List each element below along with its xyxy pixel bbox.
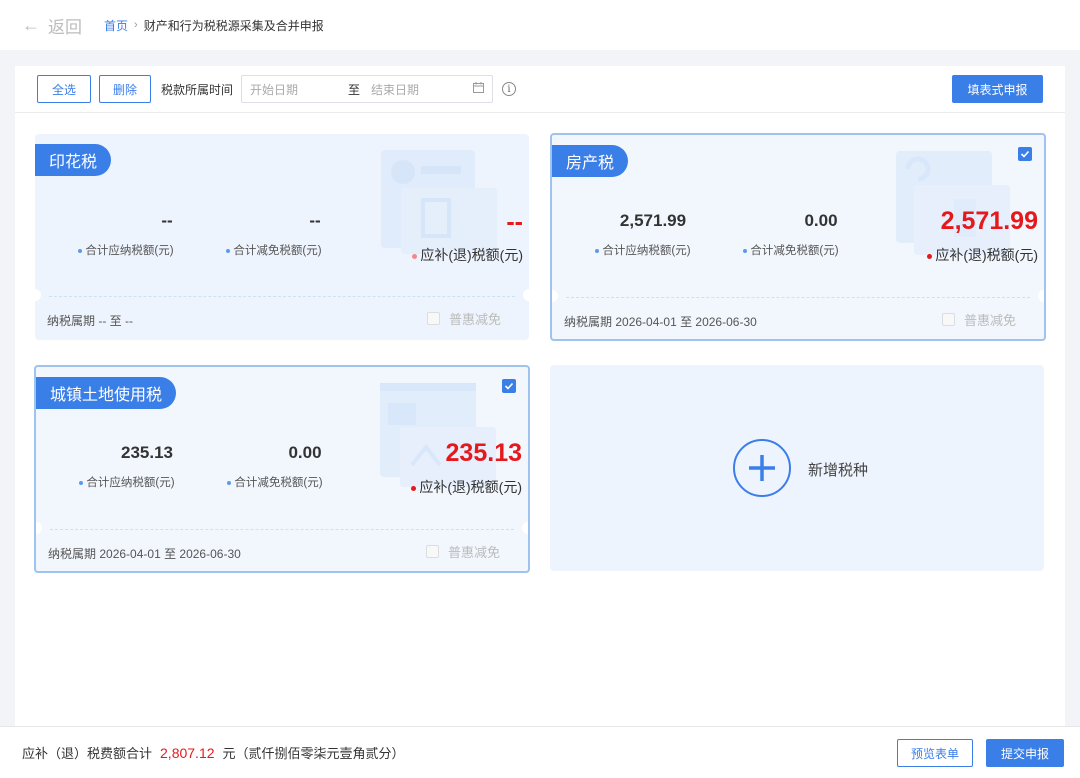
total-payable-value: 235.13 [121, 443, 173, 462]
balance-label: 应补(退)税额(元) [927, 245, 1038, 265]
card-notch-left [552, 290, 558, 302]
total-relief-value: 0.00 [804, 211, 838, 230]
balance-label: 应补(退)税额(元) [411, 477, 522, 497]
end-date-input[interactable]: 结束日期 [371, 81, 419, 98]
huimian-checkbox[interactable]: 普惠减免 [425, 542, 500, 561]
breadcrumb-separator: › [134, 19, 138, 31]
total-relief-value: -- [309, 211, 321, 230]
back-button[interactable]: ← 返回 [22, 13, 82, 38]
balance-value: 235.13 [445, 439, 522, 467]
house-illustration-icon [896, 151, 1010, 255]
total-payable-value: -- [161, 211, 173, 230]
breadcrumb-current: 财产和行为税税源采集及合并申报 [143, 18, 324, 33]
total-payable-value: 2,571.99 [619, 211, 687, 230]
card-notch-right [522, 522, 528, 534]
total-label: 应补（退）税费额合计 [22, 746, 153, 761]
total-payable-label: 合计应纳税额(元) [61, 242, 191, 258]
tax-card-stamp-duty[interactable]: 印花税 -- 合计应纳税额(元) -- 合计减免税额(元) -- 应补(退)税额… [35, 134, 529, 340]
total-payable-label: 合计应纳税额(元) [62, 474, 192, 490]
toolbar: 全选 删除 税款所属时间 开始日期 至 结束日期 i 填表式申报 [15, 66, 1065, 113]
huimian-checkbox[interactable]: 普惠减免 [941, 310, 1016, 329]
card-title: 印花税 [35, 144, 112, 176]
total-relief-label: 合计减免税额(元) [726, 242, 856, 258]
tax-period: 纳税属期 -- 至 -- [47, 314, 134, 328]
calendar-icon[interactable] [473, 82, 485, 96]
total-amount-words: 元（贰仟捌佰零柒元壹角贰分） [222, 746, 405, 761]
checkbox-icon [425, 545, 439, 558]
tax-document-illustration-icon [380, 383, 496, 487]
tax-period-label: 税款所属时间 [161, 82, 234, 97]
add-tax-type-label: 新增税种 [808, 462, 869, 479]
range-separator: 至 [348, 82, 361, 97]
card-divider [566, 297, 1030, 298]
total-amount: 2,807.12 [160, 744, 215, 761]
delete-button[interactable]: 删除 [99, 75, 151, 103]
card-notch-left [36, 522, 42, 534]
card-checkbox-checked[interactable] [502, 379, 516, 393]
card-notch-right [1038, 290, 1044, 302]
breadcrumb: 首页 › 财产和行为税税源采集及合并申报 [104, 17, 324, 34]
card-title: 城镇土地使用税 [36, 377, 177, 409]
back-arrow-icon: ← [22, 14, 40, 35]
preview-form-button[interactable]: 预览表单 [897, 739, 973, 767]
balance-label: 应补(退)税额(元) [412, 245, 523, 265]
breadcrumb-home-link[interactable]: 首页 [104, 17, 128, 34]
fill-declare-button[interactable]: 填表式申报 [952, 75, 1043, 103]
card-divider [50, 529, 514, 530]
top-bar: ← 返回 首页 › 财产和行为税税源采集及合并申报 [0, 0, 1080, 50]
checkbox-icon [941, 313, 955, 326]
total-relief-value: 0.00 [288, 443, 322, 462]
tax-period: 纳税属期 2026-04-01 至 2026-06-30 [48, 547, 241, 561]
check-icon [1020, 150, 1030, 158]
back-label: 返回 [48, 17, 82, 37]
balance-value: 2,571.99 [940, 207, 1038, 235]
document-illustration-icon [381, 150, 497, 254]
info-icon[interactable]: i [502, 82, 517, 96]
card-checkbox-checked[interactable] [1018, 147, 1032, 161]
check-icon [504, 382, 514, 390]
select-all-button[interactable]: 全选 [37, 75, 91, 103]
card-notch-left [35, 289, 41, 301]
plus-icon [733, 439, 791, 497]
huimian-checkbox[interactable]: 普惠减免 [426, 309, 501, 328]
main-panel: 全选 删除 税款所属时间 开始日期 至 结束日期 i 填表式申报 印花税 -- … [15, 66, 1065, 726]
total-relief-label: 合计减免税额(元) [210, 474, 340, 490]
card-divider [49, 296, 515, 297]
add-tax-type-card[interactable]: 新增税种 [550, 365, 1044, 571]
date-range-picker[interactable]: 开始日期 至 结束日期 [241, 75, 494, 103]
start-date-input[interactable]: 开始日期 [250, 81, 298, 98]
total-payable-label: 合计应纳税额(元) [578, 242, 708, 258]
tax-card-land-use-tax[interactable]: 城镇土地使用税 235.13 合计应纳税额(元) 0.00 合计减免税额(元) … [34, 365, 530, 573]
footer-bar: 应补（退）税费额合计 2,807.12 元（贰仟捌佰零柒元壹角贰分） 预览表单 … [0, 726, 1080, 778]
checkbox-icon [426, 312, 440, 325]
submit-declaration-button[interactable]: 提交申报 [986, 739, 1064, 767]
card-notch-right [523, 289, 529, 301]
tax-period: 纳税属期 2026-04-01 至 2026-06-30 [564, 315, 757, 329]
total-relief-label: 合计减免税额(元) [209, 242, 339, 258]
balance-value: -- [506, 208, 523, 236]
card-title: 房产税 [552, 145, 629, 177]
tax-card-property-tax[interactable]: 房产税 2,571.99 合计应纳税额(元) 0.00 合计减免税额(元) 2,… [550, 133, 1046, 341]
